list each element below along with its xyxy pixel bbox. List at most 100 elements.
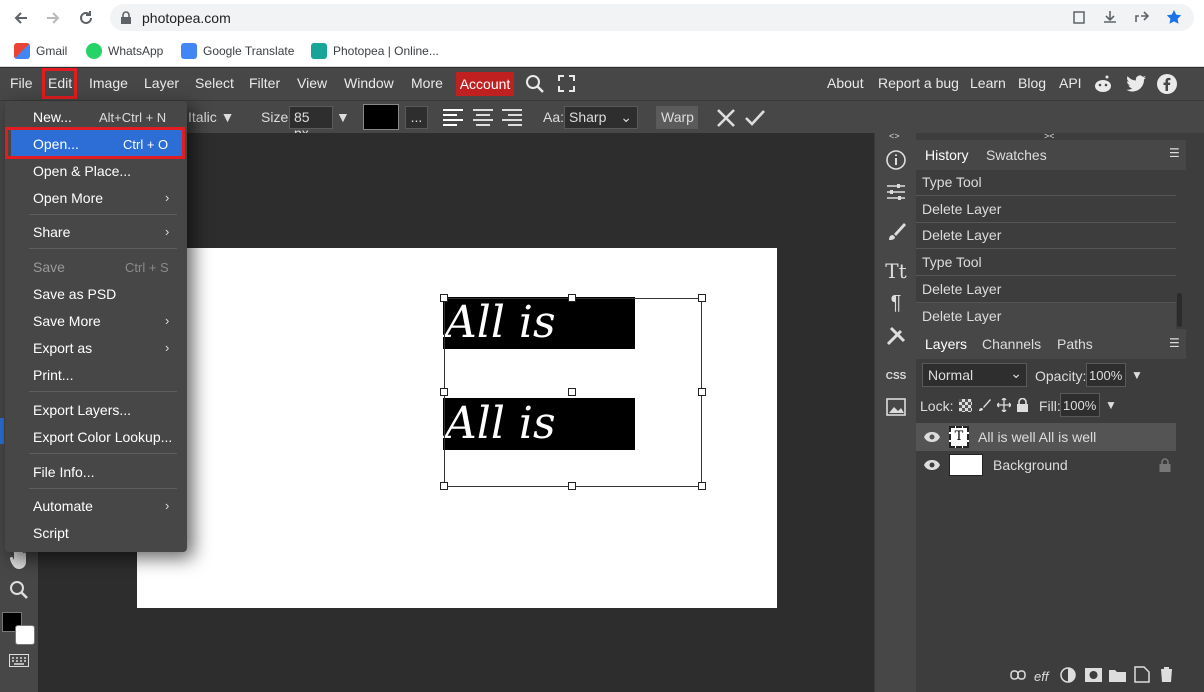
layer-row[interactable]: T All is well All is well bbox=[916, 423, 1176, 451]
transform-handle[interactable] bbox=[698, 482, 706, 490]
menu-filter[interactable]: Filter bbox=[249, 75, 280, 91]
font-style-select[interactable]: Italic ▼ bbox=[188, 109, 235, 125]
menu-item-new[interactable]: New... bbox=[33, 109, 72, 125]
menu-item-automate[interactable]: Automate bbox=[33, 498, 93, 514]
lock-all-icon[interactable] bbox=[1016, 398, 1029, 412]
menu-layer[interactable]: Layer bbox=[144, 75, 179, 91]
menu-about[interactable]: About bbox=[827, 75, 864, 91]
tab-channels[interactable]: Channels bbox=[982, 336, 1041, 352]
blend-mode-select[interactable]: Normal ⌄ bbox=[922, 363, 1027, 387]
image-icon[interactable] bbox=[885, 396, 907, 418]
align-left-icon[interactable] bbox=[443, 109, 463, 126]
eye-icon[interactable] bbox=[923, 431, 941, 443]
opacity-input[interactable]: 100% bbox=[1086, 363, 1126, 387]
transform-handle[interactable] bbox=[568, 482, 576, 490]
transform-handle[interactable] bbox=[698, 294, 706, 302]
new-group-icon[interactable] bbox=[1109, 668, 1126, 682]
transform-handle[interactable] bbox=[698, 388, 706, 396]
link-layers-icon[interactable] bbox=[1010, 670, 1026, 680]
transform-handle[interactable] bbox=[568, 388, 576, 396]
fill-dropdown-arrow[interactable]: ▼ bbox=[1105, 398, 1117, 412]
character-panel-icon[interactable]: Tt bbox=[885, 259, 907, 283]
twitter-icon[interactable] bbox=[1126, 75, 1147, 93]
star-icon[interactable] bbox=[1166, 9, 1182, 25]
transform-handle[interactable] bbox=[440, 388, 448, 396]
bookmark-whatsapp[interactable]: WhatsApp bbox=[86, 41, 163, 61]
collapse-arrows-icon[interactable]: <> bbox=[889, 131, 900, 141]
transform-handle[interactable] bbox=[440, 482, 448, 490]
more-options-button[interactable]: ... bbox=[405, 106, 428, 129]
layer-mask-icon[interactable] bbox=[1085, 668, 1102, 682]
zoom-tool-icon[interactable] bbox=[9, 580, 29, 600]
opacity-dropdown-arrow[interactable]: ▼ bbox=[1131, 368, 1143, 382]
panel-menu-icon[interactable]: ☰ bbox=[1169, 336, 1180, 350]
adjustments-icon[interactable] bbox=[885, 181, 907, 203]
bookmark-google-translate[interactable]: Google Translate bbox=[181, 41, 294, 61]
keyboard-icon[interactable] bbox=[9, 654, 29, 667]
transform-handle[interactable] bbox=[568, 294, 576, 302]
lock-brush-icon[interactable] bbox=[978, 398, 992, 412]
adjustment-layer-icon[interactable] bbox=[1060, 667, 1076, 683]
menu-more[interactable]: More bbox=[411, 75, 443, 91]
eye-icon[interactable] bbox=[923, 459, 941, 471]
history-row[interactable]: Type Tool bbox=[916, 169, 1176, 196]
warp-button[interactable]: Warp bbox=[656, 106, 698, 129]
install-icon[interactable] bbox=[1103, 10, 1117, 24]
fill-input[interactable]: 100% bbox=[1060, 393, 1100, 417]
commit-checkmark-icon[interactable] bbox=[744, 109, 766, 127]
info-icon[interactable] bbox=[885, 149, 907, 171]
bookmark-photopea[interactable]: Photopea | Online... bbox=[311, 41, 439, 61]
css-icon[interactable]: CSS bbox=[885, 365, 907, 387]
effects-button[interactable]: eff bbox=[1034, 669, 1048, 684]
menu-item-export-color-lookup[interactable]: Export Color Lookup... bbox=[33, 429, 172, 445]
background-color-swatch[interactable] bbox=[15, 625, 35, 645]
menu-image[interactable]: Image bbox=[89, 75, 128, 91]
menu-blog[interactable]: Blog bbox=[1018, 75, 1046, 91]
layer-row[interactable]: Background bbox=[916, 451, 1176, 479]
antialias-select[interactable]: Sharp ⌄ bbox=[564, 106, 638, 129]
history-row[interactable]: Delete Layer bbox=[916, 222, 1176, 249]
brush-icon[interactable] bbox=[885, 221, 907, 243]
facebook-icon[interactable] bbox=[1157, 74, 1177, 94]
menu-item-save-as-psd[interactable]: Save as PSD bbox=[33, 286, 116, 302]
delete-layer-icon[interactable] bbox=[1159, 666, 1174, 683]
menu-window[interactable]: Window bbox=[344, 75, 394, 91]
menu-file[interactable]: File bbox=[10, 75, 33, 91]
menu-learn[interactable]: Learn bbox=[970, 75, 1006, 91]
lock-move-icon[interactable] bbox=[997, 398, 1011, 412]
size-dropdown-arrow[interactable]: ▼ bbox=[336, 109, 350, 125]
menu-select[interactable]: Select bbox=[195, 75, 234, 91]
text-color-swatch[interactable] bbox=[363, 104, 399, 130]
align-center-icon[interactable] bbox=[473, 109, 493, 126]
align-right-icon[interactable] bbox=[502, 109, 522, 126]
address-bar[interactable]: photopea.com bbox=[110, 4, 1194, 31]
share-icon[interactable] bbox=[1134, 10, 1150, 24]
menu-item-file-info[interactable]: File Info... bbox=[33, 464, 94, 480]
menu-item-open-more[interactable]: Open More bbox=[33, 190, 103, 206]
bookmark-gmail[interactable]: Gmail bbox=[14, 41, 67, 61]
lock-transparency-icon[interactable] bbox=[959, 399, 972, 412]
paragraph-icon[interactable]: ¶ bbox=[885, 292, 907, 314]
menu-item-export-as[interactable]: Export as bbox=[33, 340, 92, 356]
reddit-icon[interactable] bbox=[1093, 74, 1113, 94]
transform-handle[interactable] bbox=[440, 294, 448, 302]
menu-item-open-and-place[interactable]: Open & Place... bbox=[33, 163, 131, 179]
menu-api[interactable]: API bbox=[1059, 75, 1082, 91]
cancel-icon[interactable] bbox=[716, 108, 736, 128]
menu-item-export-layers[interactable]: Export Layers... bbox=[33, 402, 131, 418]
menu-report-bug[interactable]: Report a bug bbox=[878, 75, 959, 91]
menu-item-save-more[interactable]: Save More bbox=[33, 313, 101, 329]
tab-layers[interactable]: Layers bbox=[925, 336, 967, 352]
forward-button[interactable] bbox=[42, 7, 64, 29]
new-layer-icon[interactable] bbox=[1134, 666, 1150, 683]
history-row[interactable]: Delete Layer bbox=[916, 276, 1176, 303]
reload-button[interactable] bbox=[75, 7, 97, 29]
fullscreen-icon[interactable] bbox=[558, 75, 575, 92]
back-button[interactable] bbox=[10, 7, 32, 29]
panel-menu-icon[interactable]: ☰ bbox=[1169, 146, 1180, 160]
menu-item-share[interactable]: Share bbox=[33, 224, 70, 240]
tools-icon[interactable] bbox=[885, 325, 907, 347]
tab-swatches[interactable]: Swatches bbox=[986, 147, 1047, 163]
history-row[interactable]: Type Tool bbox=[916, 249, 1176, 276]
history-row[interactable]: Delete Layer bbox=[916, 303, 1176, 330]
